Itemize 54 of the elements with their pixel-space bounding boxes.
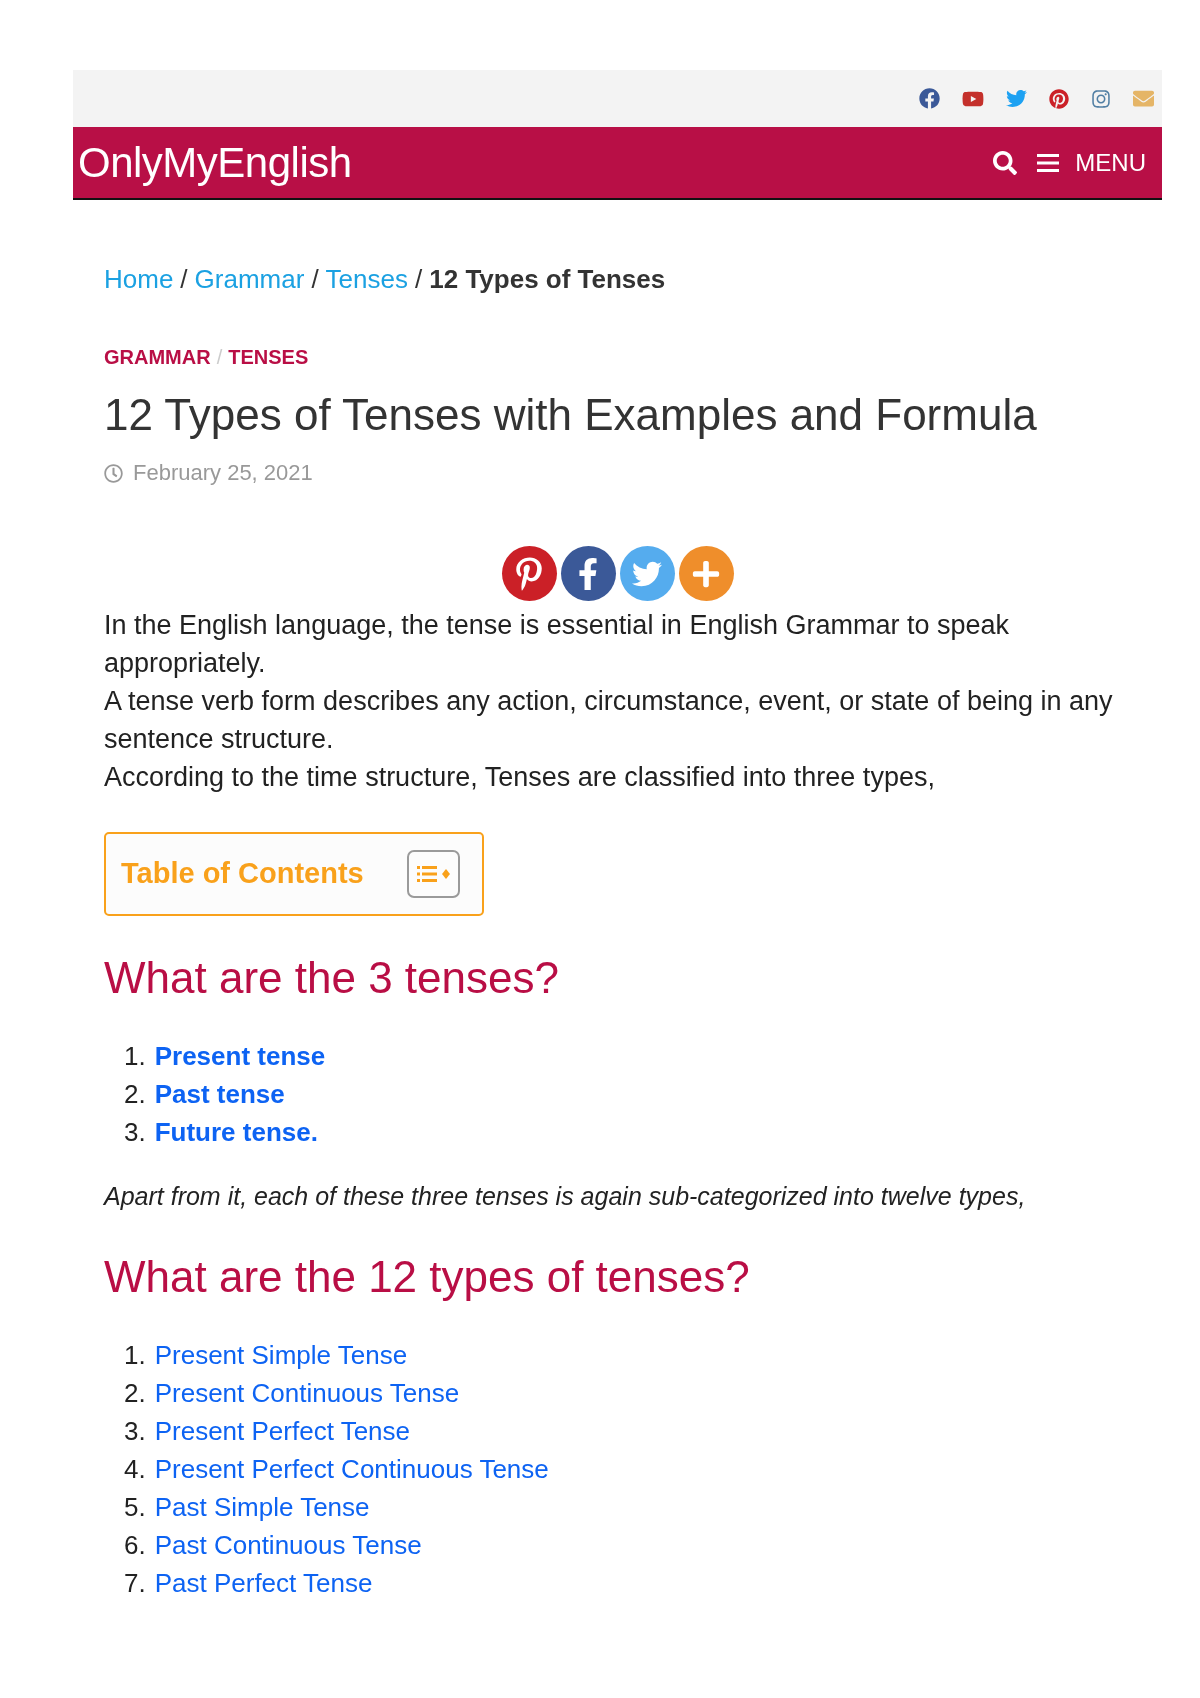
twitter-icon[interactable] <box>1006 88 1027 109</box>
category-separator: / <box>216 345 223 369</box>
pinterest-share-button[interactable] <box>501 546 557 601</box>
breadcrumb-current-page: 12 Types of Tenses <box>429 263 666 295</box>
section-heading: What are the 3 tenses? <box>104 952 560 1004</box>
menu-icon <box>1037 153 1060 172</box>
list-number: 3. <box>124 1415 146 1448</box>
tense-link[interactable]: Present tense <box>154 1037 326 1075</box>
clock-icon <box>104 463 123 483</box>
plus-icon <box>691 558 721 589</box>
pinterest-icon <box>515 556 543 591</box>
list-toggle-icon <box>416 865 451 883</box>
list-number: 4. <box>124 1453 146 1486</box>
site-logo[interactable]: OnlyMyEnglish <box>78 137 352 188</box>
tense-link[interactable]: Present Perfect Tense <box>154 1412 410 1450</box>
breadcrumb-separator: / <box>415 263 423 295</box>
breadcrumb-link[interactable]: Grammar <box>194 263 305 295</box>
breadcrumb-separator: / <box>311 263 319 295</box>
list-number: 7. <box>124 1567 146 1600</box>
search-icon[interactable] <box>993 150 1018 175</box>
list-number: 2. <box>124 1377 146 1410</box>
facebook-icon[interactable] <box>919 88 940 109</box>
paragraph: A tense verb form describes any action, circumstance, event, or state of being in any sentence structure. <box>104 685 1114 756</box>
tense-link[interactable]: Past Perfect Tense <box>154 1564 373 1602</box>
tense-link[interactable]: Past Continuous Tense <box>154 1526 422 1564</box>
list-number: 5. <box>124 1491 146 1524</box>
table-of-contents-toggle-button[interactable] <box>407 850 460 898</box>
tense-link[interactable]: Past tense <box>154 1075 285 1113</box>
tense-link[interactable]: Present Perfect Continuous Tense <box>154 1450 549 1488</box>
tense-link[interactable]: Present Continuous Tense <box>154 1374 460 1412</box>
paragraph: In the English language, the tense is essential in English Grammar to speak appropriately. <box>104 609 1010 680</box>
article-title: 12 Types of Tenses with Examples and Formula <box>104 389 1038 441</box>
list-number: 1. <box>124 1339 146 1372</box>
tense-link[interactable]: Present Simple Tense <box>154 1336 408 1374</box>
breadcrumb-link[interactable]: Tenses <box>325 263 408 295</box>
pinterest-icon[interactable] <box>1049 88 1069 109</box>
list-number: 3. <box>124 1116 146 1149</box>
instagram-icon[interactable] <box>1091 88 1111 109</box>
list-number: 6. <box>124 1529 146 1562</box>
facebook-share-button[interactable] <box>560 546 616 601</box>
menu-button[interactable]: MENU <box>1037 147 1146 178</box>
paragraph: According to the time structure, Tenses are classified into three types, <box>104 761 936 794</box>
category-link[interactable]: GRAMMAR <box>104 345 211 369</box>
post-date: February 25, 2021 <box>133 459 313 487</box>
list-number: 2. <box>124 1078 146 1111</box>
italic-note: Apart from it, each of these three tenses is again sub-categorized into twelve types, <box>104 1181 1027 1212</box>
tense-link[interactable]: Past Simple Tense <box>154 1488 370 1526</box>
category-link[interactable]: TENSES <box>228 345 309 369</box>
facebook-icon <box>578 557 598 590</box>
breadcrumb-link[interactable]: Home <box>104 263 174 295</box>
section-heading: What are the 12 types of tenses? <box>104 1251 751 1303</box>
breadcrumb-separator: / <box>180 263 188 295</box>
tense-link[interactable]: Future tense. <box>154 1113 318 1151</box>
list-number: 1. <box>124 1040 146 1073</box>
